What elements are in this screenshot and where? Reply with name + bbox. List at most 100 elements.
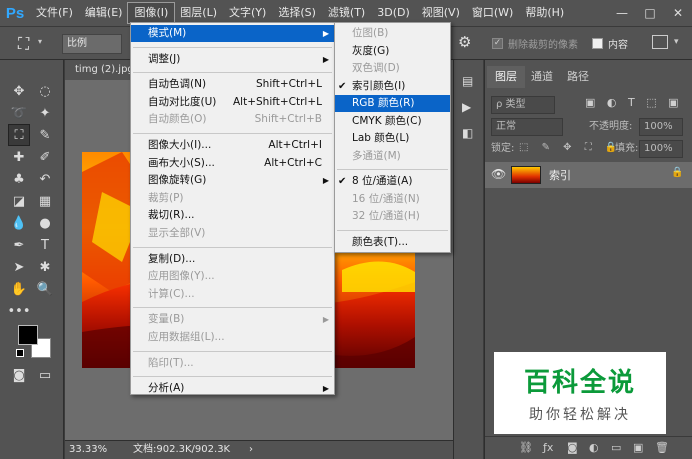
menu-row-label: 自动色调(N)	[148, 78, 207, 91]
pen-tool-icon[interactable]: ✒	[8, 234, 30, 256]
foreground-color-swatch[interactable]	[18, 325, 38, 345]
menu-item[interactable]: 编辑(E)	[79, 3, 129, 23]
default-colors-icon[interactable]	[16, 349, 24, 357]
panel-tab[interactable]: 图层	[487, 66, 525, 88]
lock-icons[interactable]: ⬚ ✎ ✥ ⛶ 🔒	[519, 142, 622, 153]
menu-item[interactable]: 图层(L)	[174, 3, 223, 23]
crop-dropdown-icon[interactable]: ▾	[38, 37, 42, 46]
document-tab-title: timg (2).jpg	[75, 64, 134, 75]
panel-tab[interactable]: 路径	[559, 66, 597, 88]
menu-item[interactable]: 帮助(H)	[519, 3, 570, 23]
history-brush-icon[interactable]: ↶	[34, 168, 56, 190]
menu-row-label: 裁切(R)...	[148, 209, 195, 222]
delete-layer-icon[interactable]: 🗑	[655, 441, 669, 454]
menu-row[interactable]: 灰度(G)	[335, 43, 450, 60]
menu-row[interactable]: 图像大小(I)... Alt+Ctrl+I	[131, 137, 334, 154]
menu-separator	[133, 307, 332, 309]
zoom-tool-icon[interactable]: 🔍	[34, 278, 56, 300]
menu-item[interactable]: 视图(V)	[416, 3, 466, 23]
layer-filter-label: ρ 类型	[496, 99, 526, 110]
layer-style-icon[interactable]: ƒx	[543, 441, 553, 454]
menu-row-shortcut: Alt+Shift+Ctrl+L	[232, 95, 322, 108]
menu-row[interactable]: 裁切(R)...	[131, 207, 334, 224]
content-aware-checkbox[interactable]	[592, 38, 603, 49]
menu-row[interactable]: 调整(J) ▶	[131, 51, 334, 68]
brush-tool-icon[interactable]: ✐	[34, 146, 56, 168]
menu-row[interactable]: 复制(D)...	[131, 251, 334, 268]
menu-row[interactable]: ✔ 索引颜色(I)	[335, 78, 450, 95]
properties-panel-icon[interactable]: ◧	[462, 126, 473, 140]
dodge-tool-icon[interactable]: ●	[34, 212, 56, 234]
actions-panel-icon[interactable]: ▶	[462, 100, 471, 114]
menu-row[interactable]: 画布大小(S)... Alt+Ctrl+C	[131, 155, 334, 172]
image-menu-dropdown: 模式(M) ▶ 调整(J) ▶ 自动色调(N) Shift+Ctrl+L 自动对比度(U) A…	[130, 22, 335, 395]
history-panel-icon[interactable]: ▤	[462, 74, 473, 88]
menu-item[interactable]: 文字(Y)	[223, 3, 272, 23]
menu-item[interactable]: 文件(F)	[30, 3, 79, 23]
menu-row[interactable]: Lab 颜色(L)	[335, 130, 450, 147]
fill-input[interactable]: 100%	[639, 140, 683, 158]
add-mask-icon[interactable]: ◙	[567, 441, 578, 454]
healing-brush-icon[interactable]: ✚	[8, 146, 30, 168]
menu-item[interactable]: 图像(I)	[127, 2, 176, 24]
minimize-button[interactable]: —	[610, 0, 634, 26]
layer-name[interactable]: 索引	[549, 167, 571, 183]
lasso-tool-icon[interactable]: ➰	[8, 102, 30, 124]
ratio-select[interactable]: 比例	[62, 34, 122, 54]
panel-tab[interactable]: 通道	[523, 66, 561, 88]
menu-row-label: Lab 颜色(L)	[352, 132, 410, 144]
menu-item[interactable]: 选择(S)	[272, 3, 322, 23]
close-button[interactable]: ✕	[666, 0, 690, 26]
menu-item[interactable]: 窗口(W)	[466, 3, 519, 23]
menu-row[interactable]: 自动对比度(U) Alt+Shift+Ctrl+L	[131, 94, 334, 111]
visibility-eye-icon[interactable]: 👁	[491, 167, 506, 181]
menu-row[interactable]: RGB 颜色(R)	[335, 95, 450, 112]
layer-filter-select[interactable]: ρ 类型	[491, 96, 555, 114]
settings-gear-icon[interactable]: ⚙	[458, 33, 471, 51]
layer-row[interactable]: 👁 索引 🔒	[485, 162, 692, 188]
menu-row[interactable]: 自动色调(N) Shift+Ctrl+L	[131, 76, 334, 93]
menu-row[interactable]: 模式(M) ▶	[131, 25, 334, 42]
status-arrow-icon[interactable]: ›	[249, 441, 253, 459]
type-tool-icon[interactable]: T	[34, 234, 56, 256]
delete-cropped-checkbox[interactable]: ✓	[492, 38, 503, 49]
new-layer-icon[interactable]: ▣	[633, 441, 643, 454]
blend-mode-select[interactable]: 正常	[491, 118, 563, 136]
more-tools-icon[interactable]: •••	[8, 300, 31, 322]
adjustment-layer-icon[interactable]: ◐	[589, 441, 599, 454]
gradient-tool-icon[interactable]: ▦	[34, 190, 56, 212]
path-select-icon[interactable]: ➤	[8, 256, 30, 278]
menu-row[interactable]: 图像旋转(G) ▶	[131, 172, 334, 189]
menu-row[interactable]: 分析(A) ▶	[131, 380, 334, 397]
menu-row[interactable]: CMYK 颜色(C)	[335, 113, 450, 130]
workspace-dropdown-icon[interactable]: ▾	[674, 37, 679, 47]
menu-row: 位图(B)	[335, 25, 450, 42]
workspace-icon[interactable]	[652, 35, 668, 49]
menu-row[interactable]: ✔ 8 位/通道(A)	[335, 173, 450, 190]
menu-row-label: 图像大小(I)...	[148, 139, 212, 151]
blur-tool-icon[interactable]: 💧	[8, 212, 30, 234]
crop-tool-icon[interactable]: ⛶	[8, 124, 30, 146]
maximize-button[interactable]: □	[638, 0, 662, 26]
screen-mode-icon[interactable]: ▭	[34, 364, 56, 386]
opacity-input[interactable]: 100%	[639, 118, 683, 136]
magic-wand-icon[interactable]: ✦	[34, 102, 56, 124]
menu-row[interactable]: 颜色表(T)...	[335, 234, 450, 251]
clone-stamp-icon[interactable]: ♣	[8, 168, 30, 190]
new-group-icon[interactable]: ▭	[611, 441, 621, 454]
shape-tool-icon[interactable]: ✱	[34, 256, 56, 278]
crop-icon[interactable]: ⛶	[18, 35, 36, 53]
menu-item[interactable]: 滤镜(T)	[322, 3, 371, 23]
zoom-level[interactable]: 33.33%	[69, 441, 107, 459]
quick-mask-icon[interactable]: ◙	[8, 364, 30, 386]
move-tool-icon[interactable]: ✥	[8, 80, 30, 102]
link-layers-icon[interactable]: ⛓	[519, 441, 533, 454]
marquee-tool-icon[interactable]: ◌	[34, 80, 56, 102]
hand-tool-icon[interactable]: ✋	[8, 278, 30, 300]
menu-separator	[337, 169, 448, 170]
menu-item[interactable]: 3D(D)	[371, 3, 416, 23]
eraser-icon[interactable]: ◪	[8, 190, 30, 212]
eyedropper-icon[interactable]: ✎	[34, 124, 56, 146]
menu-row-label: RGB 颜色(R)	[352, 97, 415, 109]
filter-icons[interactable]: ▣ ◐ T ⬚ ▣	[585, 96, 682, 109]
